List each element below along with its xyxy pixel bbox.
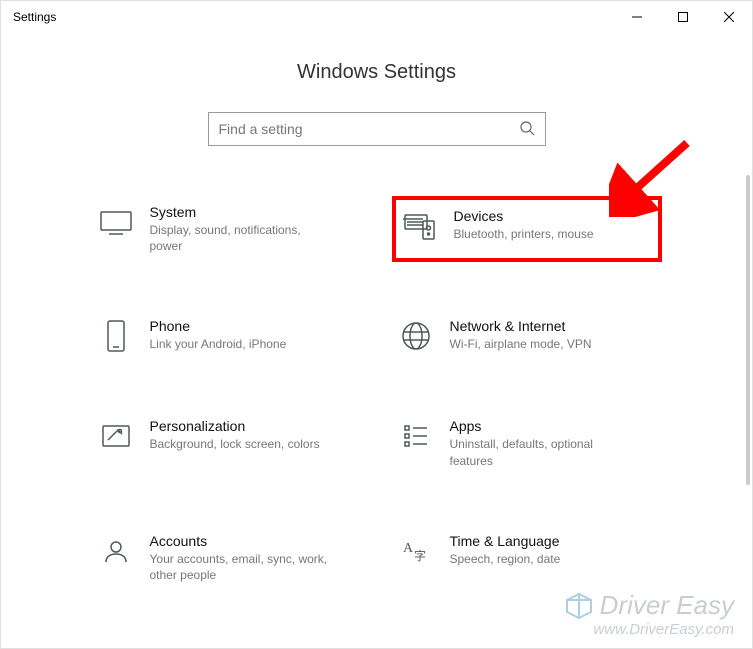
- search-icon: [519, 120, 535, 139]
- tile-subtitle: Speech, region, date: [450, 551, 630, 567]
- tile-title: Accounts: [150, 533, 352, 549]
- phone-icon: [98, 318, 134, 354]
- page-title: Windows Settings: [1, 61, 752, 84]
- watermark-url: www.DriverEasy.com: [564, 621, 734, 638]
- tile-accounts[interactable]: Accounts Your accounts, email, sync, wor…: [92, 525, 362, 591]
- svg-text:A: A: [403, 541, 414, 556]
- personalization-icon: [98, 418, 134, 454]
- tile-system[interactable]: System Display, sound, notifications, po…: [92, 196, 362, 262]
- tile-title: Apps: [450, 418, 652, 434]
- search-input[interactable]: Find a setting: [208, 112, 546, 146]
- tile-subtitle: Background, lock screen, colors: [150, 436, 330, 452]
- minimize-button[interactable]: [614, 1, 660, 33]
- tile-title: Time & Language: [450, 533, 652, 549]
- tile-title: Network & Internet: [450, 318, 652, 334]
- search-placeholder: Find a setting: [219, 121, 303, 137]
- settings-grid: System Display, sound, notifications, po…: [92, 196, 662, 591]
- svg-text:字: 字: [414, 548, 426, 563]
- scrollbar[interactable]: [746, 175, 750, 485]
- window-titlebar: Settings: [1, 1, 752, 33]
- tile-subtitle: Uninstall, defaults, optional features: [450, 436, 630, 468]
- tile-subtitle: Display, sound, notifications, power: [150, 222, 330, 254]
- maximize-button[interactable]: [660, 1, 706, 33]
- close-button[interactable]: [706, 1, 752, 33]
- apps-icon: [398, 418, 434, 454]
- tile-subtitle: Link your Android, iPhone: [150, 336, 330, 352]
- search-row: Find a setting: [1, 112, 752, 146]
- watermark-logo-icon: [564, 591, 594, 621]
- watermark: Driver Easy www.DriverEasy.com: [564, 590, 734, 638]
- system-icon: [98, 204, 134, 240]
- watermark-brand: Driver Easy: [600, 590, 734, 621]
- tile-title: Devices: [454, 208, 648, 224]
- tile-subtitle: Your accounts, email, sync, work, other …: [150, 551, 330, 583]
- tile-title: System: [150, 204, 352, 220]
- tile-subtitle: Bluetooth, printers, mouse: [454, 226, 634, 242]
- tile-devices[interactable]: Devices Bluetooth, printers, mouse: [392, 196, 662, 262]
- window-controls: [614, 1, 752, 33]
- network-icon: [398, 318, 434, 354]
- tile-phone[interactable]: Phone Link your Android, iPhone: [92, 310, 362, 362]
- window-title: Settings: [13, 10, 56, 24]
- tile-title: Phone: [150, 318, 352, 334]
- time-language-icon: A 字: [398, 533, 434, 569]
- tile-subtitle: Wi-Fi, airplane mode, VPN: [450, 336, 630, 352]
- tile-apps[interactable]: Apps Uninstall, defaults, optional featu…: [392, 410, 662, 476]
- devices-icon: [402, 208, 438, 244]
- tile-network[interactable]: Network & Internet Wi-Fi, airplane mode,…: [392, 310, 662, 362]
- tile-time-language[interactable]: A 字 Time & Language Speech, region, date: [392, 525, 662, 591]
- tile-personalization[interactable]: Personalization Background, lock screen,…: [92, 410, 362, 476]
- accounts-icon: [98, 533, 134, 569]
- tile-title: Personalization: [150, 418, 352, 434]
